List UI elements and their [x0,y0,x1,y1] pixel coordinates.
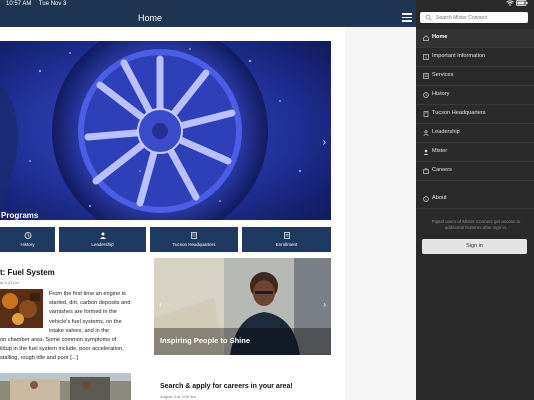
info-circle-icon [423,196,429,202]
signin-note: Pigital users of Mister Connect get acce… [431,219,521,230]
search-input[interactable] [436,13,524,22]
nav-label: Important Information [432,53,486,59]
excerpt-line: From the first time an engine is [49,291,126,297]
search-icon [425,14,432,21]
hero-title: Programs [1,211,39,220]
nav-label: Leadership [432,129,460,135]
tile-label: History [20,242,35,247]
nav-label: Home [432,34,448,40]
excerpt-line: intake valves, and in the [49,327,110,334]
tile-enrollment[interactable]: Enrollment [242,227,331,252]
search-box[interactable] [420,12,528,23]
article-title[interactable]: t: Fuel System [0,268,55,277]
nav-item-important-information[interactable]: Important Information [416,48,534,67]
careers-date: August 3 at 3:00 am [160,394,196,399]
user-icon [423,149,429,155]
chevron-left-icon[interactable]: ‹ [159,300,162,309]
excerpt-line: vehicle's fuel systems, on the [49,318,122,325]
nav-item-mister[interactable]: Mister [416,143,534,162]
nav-item-careers[interactable]: Careers [416,162,534,181]
building-icon [423,111,429,117]
nav-item-leadership[interactable]: Leadership [416,124,534,143]
excerpt-line: stalling, rough idle and poor [...] [0,355,79,362]
status-left: 10:57 AM Tue Nov 3 [6,1,72,7]
nav-item-tucson-headquarters[interactable]: Tucson Headquarters [416,105,534,124]
careers-title[interactable]: Search & apply for careers in your area! [160,383,293,390]
careers-thumbnail[interactable] [0,373,131,400]
home-icon [423,35,429,41]
chevron-right-icon[interactable]: › [323,300,326,309]
excerpt-line: ildup in the fuel system include, poor a… [0,346,124,353]
building-icon [191,232,197,239]
nav-item-about[interactable]: About [416,190,534,209]
careers-icon [423,168,429,174]
history-icon [24,232,31,239]
hero-carousel[interactable]: Programs › [0,41,331,220]
nav-label: Tucson Headquarters [432,110,486,116]
services-icon [423,73,429,79]
excerpt-line: varnishes are formed in the [49,309,117,316]
info-icon [423,54,429,60]
tile-label: Tucson Headquarters [172,242,216,247]
chevron-right-icon[interactable]: › [323,137,326,148]
excerpt-line: started, dirt, carbon deposits and [49,300,131,307]
side-drawer: Home Important Information Services Hist… [416,0,534,400]
tile-history[interactable]: History [0,227,55,252]
storefront-image [0,373,131,400]
excerpt-line: on chamber area. Some common symptoms of [0,337,117,344]
promo-card[interactable]: ‹ › Inspiring People to Shine [154,258,331,355]
nav-label: Services [432,72,454,78]
article-excerpt: From the first time an engine is started… [0,290,150,364]
leadership-icon [423,130,429,136]
tile-label: Leadership [91,242,114,247]
content-gutter [345,27,416,400]
status-date: Tue Nov 3 [38,1,67,7]
hamburger-icon[interactable] [402,13,412,22]
nav-item-home[interactable]: Home [416,29,534,48]
hero-wheel-image [0,41,331,220]
enrollment-icon [283,232,290,239]
status-bar: 10:57 AM Tue Nov 3 [0,0,534,10]
nav-item-history[interactable]: History [416,86,534,105]
nav-label: Careers [432,167,452,173]
quick-links: History Leadership Tucson Headquarters E… [0,227,331,252]
status-right [506,0,528,8]
battery-icon [516,0,528,6]
tile-leadership[interactable]: Leadership [59,227,146,252]
nav-item-services[interactable]: Services [416,67,534,86]
sign-in-button[interactable]: Sign in [422,239,527,254]
main-content: Programs › History Leadership Tucson Hea… [0,27,416,400]
tile-label: Enrollment [275,242,298,247]
tile-tucson-headquarters[interactable]: Tucson Headquarters [150,227,238,252]
wifi-icon [506,0,515,6]
leadership-icon [99,232,106,239]
page-title: Home [137,13,162,23]
status-time: 10:57 AM [6,1,32,7]
nav-label: History [432,91,450,97]
nav-label: About [432,195,447,201]
nav-label: Mister [432,148,448,154]
promo-caption: Inspiring People to Shine [160,336,251,345]
history-icon [423,92,429,98]
article-date: at 6:23 pm [0,280,19,285]
